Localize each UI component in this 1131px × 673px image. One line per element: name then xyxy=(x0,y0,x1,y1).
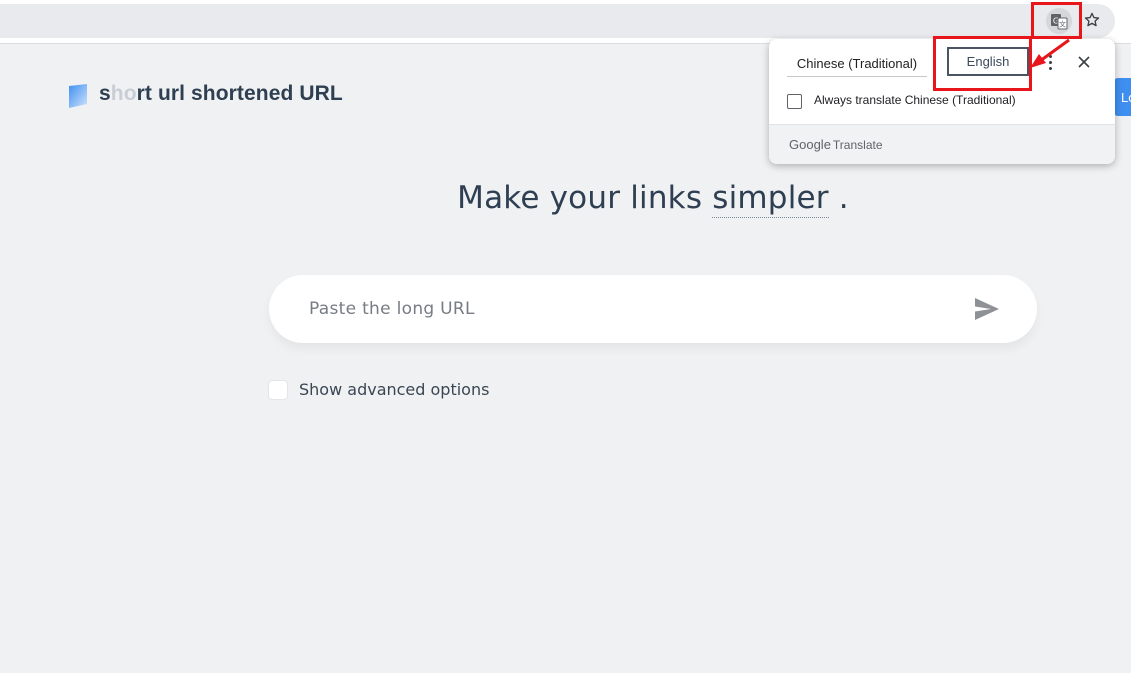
address-bar[interactable] xyxy=(0,4,1115,38)
close-icon[interactable] xyxy=(1074,52,1094,72)
long-url-input[interactable] xyxy=(309,275,949,343)
page-headline: Make your links simpler . xyxy=(0,180,1131,218)
brand-part-3: rt url shortened URL xyxy=(136,82,343,105)
translate-footer-text: Translate xyxy=(832,137,883,152)
send-icon[interactable] xyxy=(973,296,1001,322)
advanced-options-label[interactable]: Show advanced options xyxy=(299,380,489,399)
headline-prefix: Make your links xyxy=(457,180,703,216)
brand-part-1: s xyxy=(99,82,111,105)
login-button-label: Lo xyxy=(1121,89,1131,105)
advanced-options-checkbox[interactable] xyxy=(268,380,288,400)
bookmark-star-icon[interactable] xyxy=(1081,9,1103,31)
login-button[interactable]: Lo xyxy=(1114,78,1131,116)
google-logo-text: Google xyxy=(789,137,831,152)
tab-source-language[interactable]: Chinese (Traditional) xyxy=(787,51,927,77)
site-logo-icon[interactable] xyxy=(69,84,87,108)
annotation-highlight-translate-icon xyxy=(1031,2,1082,39)
more-options-icon[interactable] xyxy=(1045,51,1055,73)
site-brand-title[interactable]: short url shortened URL xyxy=(99,82,343,106)
url-input-container xyxy=(269,275,1037,343)
google-translate-footer: Google Translate xyxy=(769,124,1115,164)
headline-rotating-word: simpler xyxy=(712,180,829,218)
brand-part-2: ho xyxy=(110,82,137,105)
annotation-highlight-english-tab xyxy=(933,36,1032,91)
headline-suffix: . xyxy=(838,180,849,216)
always-translate-label[interactable]: Always translate Chinese (Traditional) xyxy=(814,93,1016,107)
always-translate-checkbox[interactable] xyxy=(787,94,802,109)
